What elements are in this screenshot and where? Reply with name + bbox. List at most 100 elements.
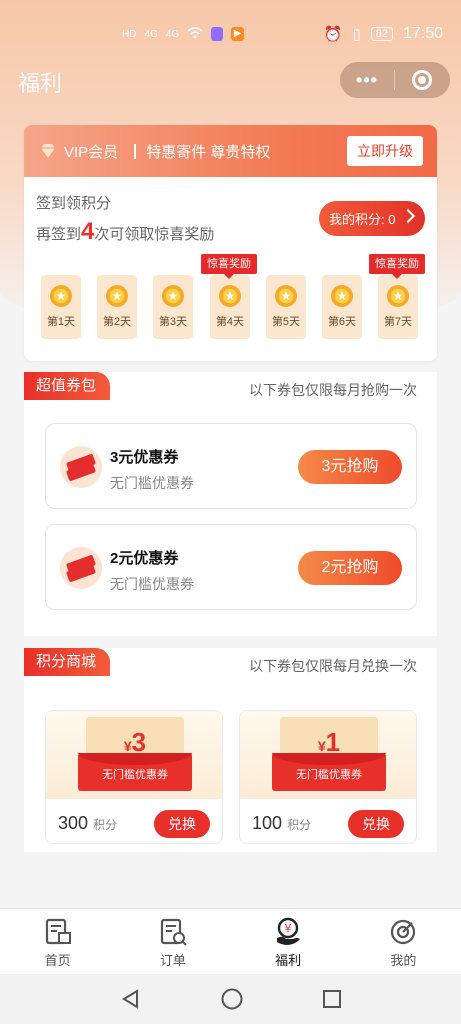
day-label: 第2天 [102,316,132,328]
red-envelope-icon: 无门槛优惠券 [78,753,192,791]
mall-item-1[interactable]: ¥1 无门槛优惠券 100 积分 兑换 [239,710,417,844]
buy-2-yuan-button[interactable]: 2元抢购 [298,551,402,585]
vibrate-icon: ▯ [352,26,361,43]
points-unit: 积分 [93,818,118,832]
checkin-day-5[interactable]: ★ 第5天 [266,275,306,339]
mall-item-3[interactable]: ¥3 无门槛优惠券 300 积分 兑换 [45,710,223,844]
star-coin-icon: ★ [331,285,353,307]
surprise-reward-badge: 惊喜奖励 [369,254,425,279]
checkin-sub-prefix: 再签到 [36,226,82,243]
points-number: 300 [58,813,89,833]
star-coin-icon: ★ [106,285,128,307]
order-icon [160,918,187,946]
more-dots-icon: ••• [356,69,378,90]
star-coin-icon: ★ [50,285,72,307]
chevron-right-icon [400,208,416,224]
exchange-button[interactable]: 兑换 [348,810,404,838]
surprise-reward-badge: 惊喜奖励 [201,254,257,279]
bottom-tab-bar: 首页 订单 ¥ 福利 我的 [0,908,461,974]
play-notification-icon: ▶ [231,27,245,41]
checkin-day-4[interactable]: 惊喜奖励 ★ 第4天 [201,254,257,339]
coupon-ticket-icon [60,547,102,589]
checkin-subtitle: 再签到4次可领取惊喜奖励 [36,218,214,246]
coupon-ticket-icon [60,446,102,488]
points-unit: 积分 [287,818,312,832]
home-icon [45,918,71,945]
exchange-button[interactable]: 兑换 [154,810,210,838]
coupon-desc: 无门槛优惠券 [110,576,194,592]
home-circle-icon[interactable] [220,987,244,1011]
currency-symbol: ¥ [123,738,132,754]
star-coin-icon: ★ [162,285,184,307]
value-pack-section: 超值券包 以下券包仅限每月抢购一次 3元优惠券 无门槛优惠券 3元抢购 2元优惠… [24,372,437,636]
checkin-day-1[interactable]: ★ 第1天 [41,275,81,339]
system-navigation-bar [0,974,461,1024]
coupon-card-3[interactable]: 3元优惠券 无门槛优惠券 3元抢购 [45,423,417,509]
recent-apps-icon[interactable] [322,989,342,1009]
currency-symbol: ¥ [317,738,326,754]
status-right: ⏰ ▯ 82 17:50 [324,25,443,43]
hd-badge-1: HD [122,28,137,40]
checkin-day-3[interactable]: ★ 第3天 [153,275,193,339]
diamond-icon [41,144,55,158]
checkin-card: VIP会员 特惠寄件 尊贵特权 立即升级 签到领积分 再签到4次可领取惊喜奖励 … [24,125,437,361]
profile-icon [391,919,416,945]
points-number: 100 [252,813,283,833]
upgrade-button[interactable]: 立即升级 [347,136,423,166]
clock: 17:50 [402,25,443,42]
day-label: 第6天 [327,316,357,328]
target-icon [412,70,432,90]
buy-3-yuan-button[interactable]: 3元抢购 [298,450,402,484]
tab-welfare[interactable]: ¥ 福利 [231,909,346,974]
tab-orders[interactable]: 订单 [115,909,230,974]
my-points-label: 我的积分: 0 [329,212,396,227]
day-label: 第5天 [271,316,301,328]
day-label: 第7天 [383,316,413,328]
checkin-day-7[interactable]: 惊喜奖励 ★ 第7天 [369,254,425,339]
points-mall-tag: 积分商城 [24,648,111,676]
coupon-desc: 无门槛优惠券 [110,475,194,491]
tab-profile[interactable]: 我的 [346,909,461,974]
star-coin-icon: ★ [275,285,297,307]
day-label: 第4天 [215,316,245,328]
vip-separator [134,143,137,159]
network-2: 4G [165,28,180,40]
more-menu-button[interactable]: ••• [340,62,394,98]
page-title: 福利 [18,71,63,96]
coupon-name: 2元优惠券 [110,550,179,567]
welfare-icon: ¥ [277,917,301,945]
tab-label: 首页 [44,953,71,968]
checkin-days: ★ 第1天 ★ 第2天 ★ 第3天 惊喜奖励 ★ 第4天 ★ 第5天 ★ 第6天 惊喜奖励 ★ 第… [41,254,425,339]
vip-label: VIP会员 [64,143,119,161]
svg-text:¥: ¥ [285,922,292,935]
tab-label: 订单 [159,953,186,968]
points-mall-note: 以下券包仅限每月兑换一次 [249,658,417,674]
coupon-card-2[interactable]: 2元优惠券 无门槛优惠券 2元抢购 [45,524,417,610]
wifi-icon [187,26,203,42]
tab-home[interactable]: 首页 [0,909,115,974]
tab-label: 我的 [390,953,417,968]
network-1: 4G [144,28,158,40]
mini-program-capsule: ••• [340,62,450,98]
vip-slogan: 特惠寄件 尊贵特权 [146,143,271,161]
days-left-count: 4 [81,218,95,245]
app-notification-icon [211,27,224,41]
back-icon[interactable] [120,988,142,1010]
my-points-button[interactable]: 我的积分: 0 [319,201,425,236]
points-mall-section: 积分商城 以下券包仅限每月兑换一次 ¥3 无门槛优惠券 300 积分 兑换 ¥1… [24,648,437,852]
checkin-day-2[interactable]: ★ 第2天 [97,275,137,339]
battery-indicator: 82 [370,27,393,41]
star-coin-icon: ★ [219,285,241,307]
alarm-icon: ⏰ [323,26,343,43]
checkin-day-6[interactable]: ★ 第6天 [322,275,362,339]
checkin-sub-suffix: 次可领取惊喜奖励 [94,226,215,243]
tab-label: 福利 [275,953,302,968]
value-pack-tag: 超值券包 [24,372,111,400]
close-mini-program-button[interactable] [395,62,449,98]
star-coin-icon: ★ [387,285,409,307]
red-envelope-icon: 无门槛优惠券 [272,753,386,791]
day-label: 第1天 [46,316,76,328]
points-cost: 100 积分 [252,813,311,834]
day-label: 第3天 [158,316,188,328]
vip-banner[interactable]: VIP会员 特惠寄件 尊贵特权 立即升级 [24,125,437,177]
